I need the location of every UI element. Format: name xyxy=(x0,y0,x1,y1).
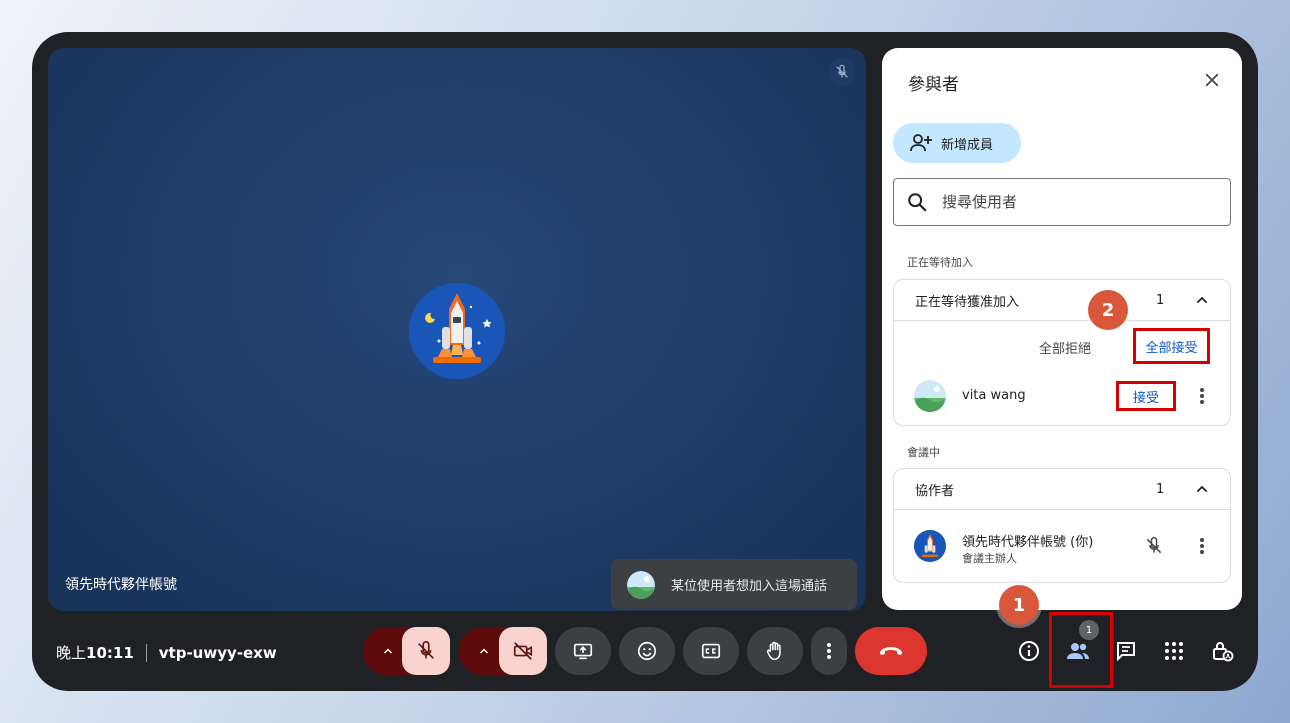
meeting-code: vtp-uwyy-exw xyxy=(158,643,277,662)
chat-icon[interactable] xyxy=(1110,635,1142,667)
present-button[interactable] xyxy=(555,627,611,675)
step-1-badge: 1 xyxy=(999,585,1039,625)
meeting-time: 10:11 xyxy=(86,643,134,662)
mic-off-icon[interactable] xyxy=(1144,536,1164,556)
participants-panel: 參與者 新增成員 正在等待加入 正在等待獲准加入 1 全部拒絕 全部接受 xyxy=(882,48,1242,610)
member-row: 領先時代夥伴帳號 (你) 會議主辦人 xyxy=(894,510,1230,582)
member-name: 領先時代夥伴帳號 (你) xyxy=(962,535,1094,550)
waiting-person-avatar xyxy=(914,380,946,412)
step-2-badge: 2 xyxy=(1088,290,1128,330)
info-icon[interactable] xyxy=(1013,635,1045,667)
waiting-person-name: vita wang xyxy=(962,388,1026,403)
camera-off-icon xyxy=(513,642,533,660)
search-input[interactable] xyxy=(942,193,1202,211)
in-meeting-section-label: 會議中 xyxy=(907,446,940,459)
waiting-section-label: 正在等待加入 xyxy=(907,256,973,269)
collaborator-group-title: 協作者 xyxy=(915,483,955,499)
deny-all-button[interactable]: 全部拒絕 xyxy=(1039,338,1091,357)
host-controls-icon[interactable] xyxy=(1206,635,1238,667)
video-stage: 領先時代夥伴帳號 xyxy=(48,48,866,611)
requester-avatar xyxy=(627,570,655,599)
chevron-up-icon[interactable] xyxy=(373,627,403,675)
chevron-up-icon[interactable] xyxy=(1194,481,1210,497)
end-call-icon xyxy=(880,647,902,655)
captions-button[interactable] xyxy=(683,627,739,675)
camera-control xyxy=(459,627,547,675)
present-icon xyxy=(573,643,593,660)
waiting-group: 正在等待獲准加入 1 全部拒絕 全部接受 vita wang 接受 xyxy=(893,279,1231,426)
more-vert-icon[interactable] xyxy=(1192,386,1212,406)
time-prefix: 晚上 xyxy=(56,644,87,662)
participant-avatar xyxy=(409,283,505,379)
more-options-button[interactable] xyxy=(811,627,847,675)
end-call-button[interactable] xyxy=(855,627,927,675)
mic-off-icon xyxy=(828,58,856,86)
more-vert-icon[interactable] xyxy=(1192,536,1212,556)
collaborator-count: 1 xyxy=(1156,481,1165,497)
member-avatar xyxy=(914,530,946,562)
participant-name-label: 領先時代夥伴帳號 xyxy=(65,577,177,593)
chevron-up-icon[interactable] xyxy=(1194,292,1210,308)
search-icon xyxy=(908,193,927,212)
panel-title: 參與者 xyxy=(908,75,959,95)
more-vert-icon xyxy=(827,643,831,659)
accept-button[interactable]: 接受 xyxy=(1116,381,1176,411)
emoji-button[interactable] xyxy=(619,627,675,675)
emoji-icon xyxy=(637,641,657,661)
add-member-button[interactable]: 新增成員 xyxy=(893,123,1021,163)
search-box[interactable] xyxy=(893,178,1231,226)
add-person-icon xyxy=(910,134,932,152)
people-count-badge: 1 xyxy=(1079,620,1099,640)
chevron-up-icon[interactable] xyxy=(469,627,499,675)
divider xyxy=(145,643,147,662)
captions-icon xyxy=(701,643,721,659)
waiting-group-title: 正在等待獲准加入 xyxy=(915,294,1020,310)
close-icon[interactable] xyxy=(1200,68,1224,92)
mic-control xyxy=(363,627,450,675)
camera-toggle-button[interactable] xyxy=(499,627,547,675)
waiting-person-row: vita wang 接受 xyxy=(894,371,1230,425)
raise-hand-icon xyxy=(766,641,781,660)
control-bar: 晚上 10:11 vtp-uwyy-exw 1 xyxy=(32,612,1258,688)
toast-text: 某位使用者想加入這場通話 xyxy=(671,579,828,594)
mic-toggle-button[interactable] xyxy=(402,627,450,675)
meeting-info: 晚上 10:11 vtp-uwyy-exw xyxy=(56,642,277,663)
collaborator-group-header[interactable]: 協作者 1 xyxy=(894,469,1230,510)
join-request-toast[interactable]: 某位使用者想加入這場通話 xyxy=(611,559,857,610)
add-member-label: 新增成員 xyxy=(941,137,994,153)
waiting-count: 1 xyxy=(1156,292,1165,308)
bulk-actions-row: 全部拒絕 全部接受 xyxy=(894,321,1230,371)
apps-icon[interactable] xyxy=(1158,635,1190,667)
accept-all-button[interactable]: 全部接受 xyxy=(1133,328,1210,364)
collaborator-group: 協作者 1 領先時代夥伴帳號 (你) 會議主辦人 xyxy=(893,468,1231,583)
waiting-group-header[interactable]: 正在等待獲准加入 1 xyxy=(894,280,1230,321)
raise-hand-button[interactable] xyxy=(747,627,803,675)
member-role: 會議主辦人 xyxy=(962,552,1017,565)
meet-window: 領先時代夥伴帳號 某位使用者想加入這場通話 參與者 新增成員 正在等待加入 正在… xyxy=(32,32,1258,691)
mic-off-icon xyxy=(418,641,434,659)
